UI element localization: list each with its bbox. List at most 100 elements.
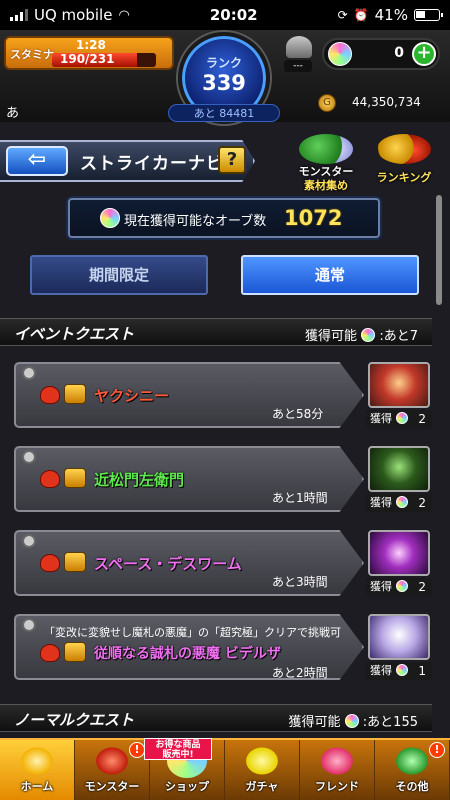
nav-gacha[interactable]: ガチャ: [225, 740, 300, 800]
quest-name: スペース・デスワーム: [94, 555, 242, 573]
clover-icon: [299, 134, 353, 164]
treasure-chest-icon: [64, 552, 86, 572]
gold-value: 44,350,734: [352, 95, 421, 109]
nav-label: ショップ: [165, 780, 209, 793]
ranking-label: ランキング: [376, 171, 432, 184]
gain-count: 2: [418, 496, 426, 510]
back-button[interactable]: ⇦: [6, 146, 68, 176]
nav-label: ホーム: [20, 780, 54, 793]
title-bar: ⇦ ストライカーナビ ? モンスター 素材集め ランキング: [0, 132, 450, 192]
help-button[interactable]: ?: [218, 146, 246, 174]
sale-tag: お得な商品 販売中!: [144, 738, 212, 760]
rank-value: 339: [202, 71, 246, 95]
rank-next-exp: あと 84481: [168, 104, 280, 122]
event-quest-header: イベントクエスト 獲得可能 :あと7: [0, 318, 432, 346]
quest-time-left: あと2時間: [272, 666, 328, 680]
quest-row[interactable]: 「変改に変貌せし魔札の悪魔」の「超究極」クリアで挑戦可 従順なる誠札の悪魔 ビデ…: [14, 612, 434, 682]
orb-count: 0: [394, 45, 404, 61]
stamina-panel[interactable]: スタミナ 1:28 190/231: [4, 36, 174, 70]
section-title: ノーマルクエスト: [14, 711, 135, 729]
quest-unlock-note: 「変改に変貌せし魔札の悪魔」の「超究極」クリアで挑戦可: [44, 626, 341, 639]
pin-icon: [22, 450, 36, 464]
quest-name: ヤクシニー: [94, 387, 170, 405]
buy-orb-button[interactable]: +: [412, 42, 436, 66]
material-collect-button[interactable]: モンスター 素材集め: [290, 134, 362, 192]
quest-row[interactable]: ヤクシニー あと58分 獲得 2: [14, 360, 434, 430]
stamina-value: 190/231: [60, 53, 115, 66]
alert-badge: !: [129, 742, 145, 758]
nav-home[interactable]: ホーム: [0, 740, 75, 800]
status-bar: UQ mobile ◠ 20:02 ⟳ ⏰ 41%: [0, 0, 450, 30]
gem-slot-value: ---: [284, 60, 312, 72]
orb-gain: 獲得 2: [366, 410, 432, 428]
lock-rotation-icon: ⟳: [337, 8, 348, 22]
alarm-icon: ⏰: [353, 8, 369, 22]
gain-label: 獲得: [370, 496, 392, 509]
nav-monster[interactable]: ! モンスター: [75, 740, 150, 800]
ranking-button[interactable]: ランキング: [368, 134, 440, 186]
gain-label: 獲得: [370, 664, 392, 677]
helmet-icon: [286, 36, 312, 58]
sale-tag-line-2: 販売中!: [162, 750, 194, 760]
signal-icon: [10, 9, 28, 21]
stamina-timer: 1:28: [76, 38, 106, 52]
section-availability: 獲得可能 :あと155: [288, 711, 418, 730]
quest-time-left: あと1時間: [272, 491, 328, 505]
monster-portrait: [368, 362, 430, 408]
orb-available-text: 現在獲得可能なオーブ数: [124, 214, 267, 229]
gem-slot-button[interactable]: ---: [284, 36, 314, 76]
gain-count: 2: [418, 580, 426, 594]
treasure-chest-icon: [64, 468, 86, 488]
monster-icon: [92, 744, 132, 778]
carrier: UQ mobile: [34, 6, 113, 24]
gain-label: 獲得: [370, 580, 392, 593]
pin-icon: [22, 534, 36, 548]
gold-coin-icon: G: [318, 94, 336, 112]
quest-name: 近松門左衛門: [94, 471, 185, 489]
friend-icon: [317, 744, 357, 778]
orb-available-banner: 現在獲得可能なオーブ数 1072: [68, 198, 380, 238]
available-remaining: :あと155: [362, 715, 418, 730]
bottom-nav: ホーム ! モンスター ショップ ガチャ フレンド ! その他: [0, 738, 450, 800]
orb-icon: [395, 412, 408, 424]
tab-normal[interactable]: 通常: [241, 255, 419, 295]
quest-time-left: あと58分: [272, 407, 324, 421]
material-label-1: モンスター: [298, 165, 354, 178]
available-label: 獲得可能: [288, 715, 341, 730]
quest-row[interactable]: 近松門左衛門 あと1時間 獲得 2: [14, 444, 434, 514]
home-icon: [17, 744, 57, 778]
nav-friend[interactable]: フレンド: [300, 740, 375, 800]
clock: 20:02: [209, 6, 258, 24]
quest-row[interactable]: スペース・デスワーム あと3時間 獲得 2: [14, 528, 434, 598]
pin-icon: [22, 366, 36, 380]
orb-icon: [100, 208, 120, 228]
orb-gain: 獲得 1: [366, 662, 432, 680]
gacha-icon: [242, 744, 282, 778]
orb-icon: [395, 580, 408, 592]
fire-element-icon: [40, 470, 60, 488]
question-icon: [392, 744, 432, 778]
gain-label: 獲得: [370, 412, 392, 425]
crown-icon: [377, 134, 431, 164]
stamina-label: スタミナ: [10, 48, 54, 61]
orb-icon: [344, 714, 359, 728]
nav-label: その他: [395, 780, 429, 793]
orb-icon: [395, 664, 408, 676]
orb-available-count: 1072: [284, 206, 343, 230]
nav-other[interactable]: ! その他: [375, 740, 450, 800]
gain-count: 2: [418, 412, 426, 426]
gain-count: 1: [418, 664, 426, 678]
fire-element-icon: [40, 386, 60, 404]
scrollbar[interactable]: [436, 195, 442, 305]
monster-portrait: [368, 614, 430, 660]
material-label-2: 素材集め: [304, 179, 348, 192]
battery-percent: 41%: [374, 6, 408, 24]
quest-time-left: あと3時間: [272, 575, 328, 589]
nav-label: モンスター: [84, 780, 140, 793]
orb-icon: [361, 328, 376, 342]
available-remaining: :あと7: [379, 329, 418, 344]
orb-icon: [395, 496, 408, 508]
tab-limited[interactable]: 期間限定: [30, 255, 208, 295]
nav-label: ガチャ: [245, 780, 279, 793]
treasure-chest-icon: [64, 384, 86, 404]
